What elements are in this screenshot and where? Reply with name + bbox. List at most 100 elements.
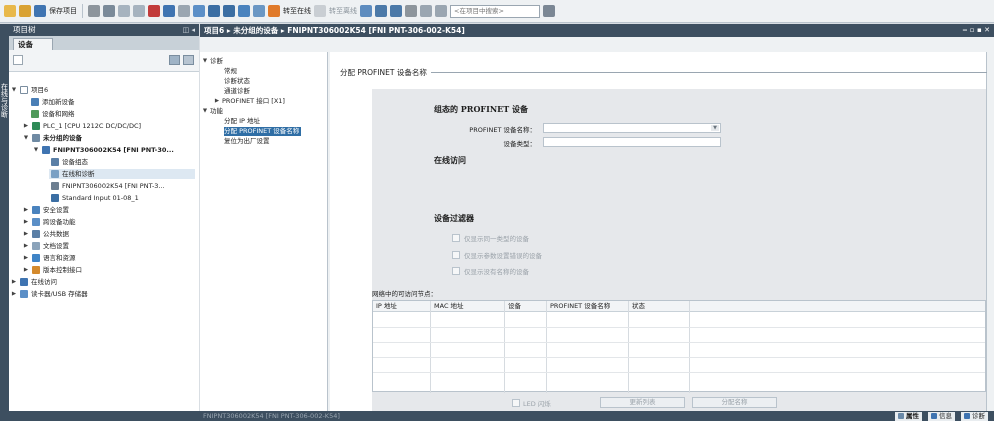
filter-same-type[interactable]: 仅显示同一类型的设备: [452, 233, 529, 243]
right-scrollbar[interactable]: [986, 52, 994, 411]
nav-assign-ip[interactable]: 分配 IP 地址: [224, 117, 260, 126]
redo-icon[interactable]: [178, 5, 190, 17]
collapse-icon[interactable]: ▶: [23, 229, 29, 239]
collapse-icon[interactable]: ▶: [23, 205, 29, 215]
tree-item-online-diagnostics[interactable]: 在线和诊断: [49, 169, 195, 179]
close-icon[interactable]: [405, 5, 417, 17]
led-flash-checkbox[interactable]: [512, 399, 520, 407]
tree-item-version-control[interactable]: ▶ 版本控制接口: [23, 265, 82, 275]
device-type-field[interactable]: [543, 137, 721, 147]
filter-checkbox[interactable]: [452, 234, 460, 242]
tree-item-document-settings[interactable]: ▶ 文档设置: [23, 241, 69, 251]
go-offline-button[interactable]: 转至离线: [329, 6, 357, 16]
split-vertical-icon[interactable]: [435, 5, 447, 17]
save-project-button[interactable]: 保存项目: [49, 6, 77, 16]
print-icon[interactable]: [88, 5, 100, 17]
nav-assign-profinet-name[interactable]: 分配 PROFINET 设备名称: [224, 127, 302, 136]
tree-item-online-access[interactable]: ▶ 在线访问: [11, 277, 57, 287]
search-icon[interactable]: [543, 5, 555, 17]
tree-item-device-config[interactable]: 设备组态: [51, 157, 88, 167]
go-offline-icon[interactable]: [314, 5, 326, 17]
nav-diag-status[interactable]: 诊断状态: [224, 77, 250, 86]
collapse-panel-icon[interactable]: ◫ ◂: [183, 24, 195, 36]
nav-functions[interactable]: ▼ 功能: [202, 107, 223, 116]
column-header-device[interactable]: 设备: [505, 301, 521, 312]
open-project-icon[interactable]: [19, 5, 31, 17]
cut-icon[interactable]: [103, 5, 115, 17]
tree-item-plc[interactable]: ▶ PLC_1 [CPU 1212C DC/DC/DC]: [23, 121, 141, 131]
delete-icon[interactable]: [148, 5, 160, 17]
column-header-ip[interactable]: IP 地址: [373, 301, 397, 312]
expand-icon[interactable]: ▼: [23, 133, 29, 143]
tree-item-cross-device[interactable]: ▶ 跨设备功能: [23, 217, 76, 227]
compile-icon[interactable]: [193, 5, 205, 17]
tree-item-add-device[interactable]: 添加新设备: [31, 97, 75, 107]
led-flash-option[interactable]: LED 闪烁: [512, 398, 551, 408]
download-icon[interactable]: [208, 5, 220, 17]
chevron-down-icon[interactable]: ▼: [711, 125, 719, 131]
tree-item-project[interactable]: ▼ 项目6: [11, 85, 48, 95]
new-project-icon[interactable]: [4, 5, 16, 17]
tab-info[interactable]: 信息: [928, 411, 955, 421]
overview-icon[interactable]: [169, 55, 180, 65]
tree-item-security-settings[interactable]: ▶ 安全设置: [23, 205, 69, 215]
copy-icon[interactable]: [118, 5, 130, 17]
expand-icon[interactable]: ▼: [202, 57, 208, 66]
column-header-status[interactable]: 状态: [629, 301, 645, 312]
device-name-dropdown[interactable]: ▼: [543, 123, 721, 133]
collapse-icon[interactable]: ▶: [23, 121, 29, 131]
filter-checkbox[interactable]: [452, 267, 460, 275]
assign-name-button[interactable]: 分配名称: [692, 397, 777, 408]
simulation-icon[interactable]: [238, 5, 250, 17]
tab-properties[interactable]: 属性: [895, 411, 922, 421]
tree-view-icon[interactable]: [13, 55, 23, 65]
accessible-nodes-table[interactable]: IP 地址 MAC 地址 设备 PROFINET 设备名称 状态: [372, 300, 986, 393]
tab-diagnostics[interactable]: 诊断: [961, 411, 988, 421]
undo-icon[interactable]: [163, 5, 175, 17]
tree-item-ungrouped-devices[interactable]: ▼ 未分组的设备: [23, 133, 82, 143]
column-header-mac[interactable]: MAC 地址: [431, 301, 464, 312]
expand-icon[interactable]: ▼: [202, 107, 208, 116]
save-icon[interactable]: [34, 5, 46, 17]
tree-item-card-reader[interactable]: ▶ 读卡器/USB 存储器: [11, 289, 88, 299]
project-search-input[interactable]: [450, 4, 540, 18]
online-diagnostics-vertical-tab[interactable]: 在线与诊断: [0, 70, 9, 130]
expand-icon[interactable]: ▼: [11, 85, 17, 95]
tree-item-languages[interactable]: ▶ 语言和资源: [23, 253, 76, 263]
tree-item-devices-networks[interactable]: 设备和网络: [31, 109, 75, 119]
nav-diagnostics[interactable]: ▼ 诊断: [202, 57, 223, 66]
nav-profinet-interface[interactable]: ▶ PROFINET 接口 [X1]: [214, 97, 285, 106]
go-online-button[interactable]: 转至在线: [283, 6, 311, 16]
collapse-icon[interactable]: ▶: [214, 97, 220, 106]
expand-icon[interactable]: ▼: [33, 145, 39, 155]
split-horizontal-icon[interactable]: [420, 5, 432, 17]
window-controls-icon[interactable]: ‒ ▫ ▪ ✕: [962, 24, 990, 37]
collapse-icon[interactable]: ▶: [23, 253, 29, 263]
filter-bad-params[interactable]: 仅显示参数设置错误的设备: [452, 250, 542, 260]
paste-icon[interactable]: [133, 5, 145, 17]
accessible-devices-icon[interactable]: [360, 5, 372, 17]
upload-icon[interactable]: [223, 5, 235, 17]
tree-item-standard-input[interactable]: Standard Input 01-08_1: [51, 193, 139, 203]
go-online-icon[interactable]: [268, 5, 280, 17]
tree-item-fnipnt-device[interactable]: ▼ FNIPNT306002K54 [FNI PNT-30...: [33, 145, 174, 155]
tree-item-fnipnt-module[interactable]: FNIPNT306002K54 [FNI PNT-3...: [51, 181, 165, 191]
column-header-profinet-name[interactable]: PROFINET 设备名称: [547, 301, 610, 312]
filter-checkbox[interactable]: [452, 251, 460, 259]
update-list-button[interactable]: 更新列表: [600, 397, 685, 408]
start-cpu-icon[interactable]: [375, 5, 387, 17]
add-device-icon[interactable]: [183, 55, 194, 65]
monitor-icon[interactable]: [253, 5, 265, 17]
nav-general[interactable]: 常规: [224, 67, 237, 76]
collapse-icon[interactable]: ▶: [23, 217, 29, 227]
tab-devices[interactable]: 设备: [13, 38, 53, 50]
nav-channel-diag[interactable]: 通道诊断: [224, 87, 250, 96]
collapse-icon[interactable]: ▶: [23, 265, 29, 275]
collapse-icon[interactable]: ▶: [11, 289, 17, 299]
nav-factory-reset[interactable]: 复位为出厂设置: [224, 137, 270, 146]
stop-cpu-icon[interactable]: [390, 5, 402, 17]
collapse-icon[interactable]: ▶: [11, 277, 17, 287]
tree-item-common-data[interactable]: ▶ 公共数据: [23, 229, 69, 239]
filter-no-name[interactable]: 仅显示没有名称的设备: [452, 266, 529, 276]
collapse-icon[interactable]: ▶: [23, 241, 29, 251]
